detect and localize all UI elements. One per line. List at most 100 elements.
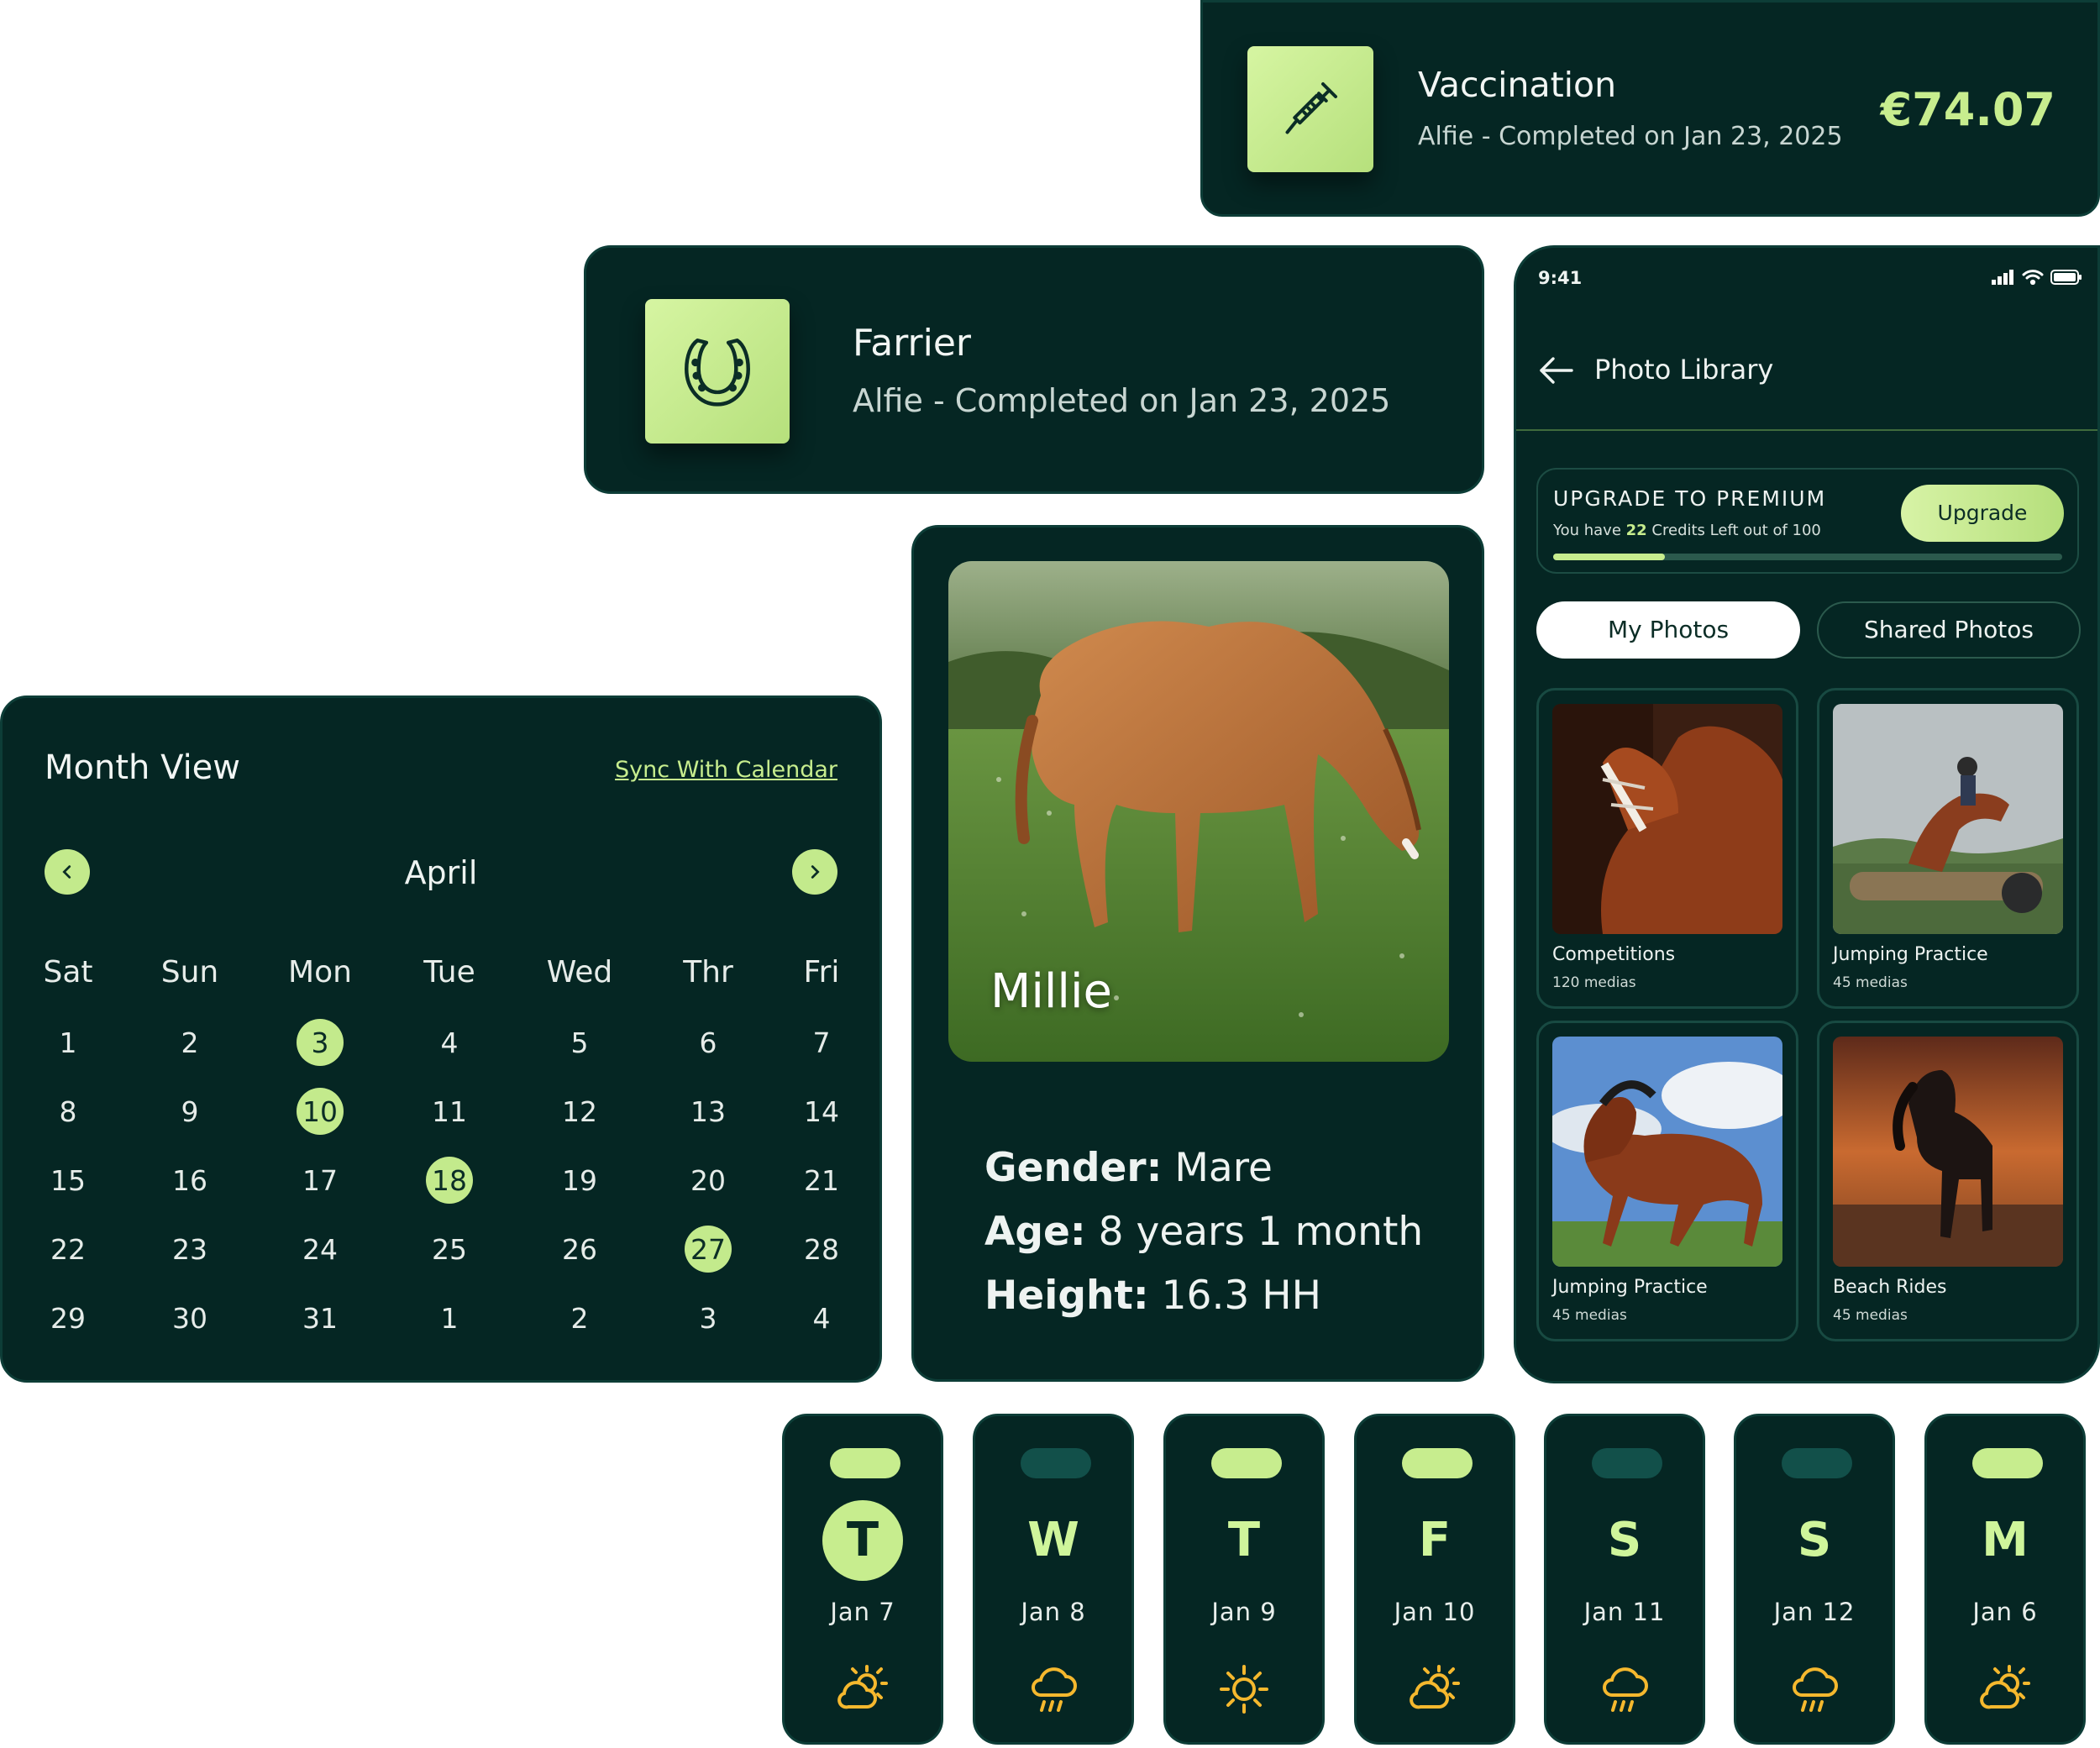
calendar-day[interactable]: 11 (426, 1088, 473, 1135)
weekday-header: Thr (683, 955, 733, 989)
album-name: Jumping Practice (1833, 944, 1988, 965)
weather-day-card[interactable]: S Jan 11 (1544, 1414, 1705, 1745)
credits-count: 22 (1625, 522, 1647, 539)
album-count: 45 medias (1552, 1307, 1627, 1324)
calendar-day[interactable]: 5 (556, 1019, 603, 1066)
sync-calendar-link[interactable]: Sync With Calendar (615, 757, 837, 783)
day-letter: W (1027, 1513, 1079, 1567)
farrier-card[interactable]: Farrier Alfie - Completed on Jan 23, 202… (584, 245, 1484, 494)
height-value: 16.3 HH (1161, 1273, 1321, 1319)
calendar-day[interactable]: 15 (45, 1157, 92, 1204)
album-photo (1552, 1037, 1782, 1267)
next-month-button[interactable] (792, 849, 837, 895)
day-date: Jan 12 (1773, 1598, 1856, 1626)
calendar-day[interactable]: 31 (297, 1294, 344, 1341)
calendar-day[interactable]: 8 (45, 1088, 92, 1135)
calendar-day[interactable]: 6 (685, 1019, 732, 1066)
age-value: 8 years 1 month (1098, 1209, 1424, 1255)
calendar-day[interactable]: 7 (798, 1019, 845, 1066)
calendar-day[interactable]: 10 (297, 1088, 344, 1135)
album-card[interactable]: Competitions 120 medias (1536, 688, 1798, 1009)
vaccination-subtitle: Alfie - Completed on Jan 23, 2025 (1418, 122, 1843, 151)
photo-library-screen: 9:41 Photo Library UPGRADE TO PREMIUM Yo… (1514, 245, 2100, 1383)
calendar-day[interactable]: 13 (685, 1088, 732, 1135)
header-divider (1516, 429, 2097, 431)
calendar-day[interactable]: 26 (556, 1226, 603, 1273)
calendar-day[interactable]: 2 (166, 1019, 213, 1066)
album-name: Jumping Practice (1552, 1277, 1708, 1298)
weather-day-card[interactable]: F Jan 10 (1354, 1414, 1515, 1745)
calendar-day[interactable]: 18 (426, 1157, 473, 1204)
vaccination-price: €74.07 (1880, 83, 2055, 136)
horse-age: Age: 8 years 1 month (984, 1200, 1423, 1264)
day-date: Jan 10 (1394, 1598, 1476, 1626)
calendar-day[interactable]: 21 (798, 1157, 845, 1204)
horseshoe-icon (645, 299, 790, 444)
album-card[interactable]: Beach Rides 45 medias (1817, 1021, 2079, 1341)
partly-sunny-icon (1977, 1661, 2033, 1717)
calendar-day[interactable]: 1 (426, 1294, 473, 1341)
calendar-day[interactable]: 3 (297, 1019, 344, 1066)
credits-text-after: Credits Left out of 100 (1646, 522, 1821, 539)
horse-name: Millie (990, 964, 1113, 1019)
weather-day-card[interactable]: M Jan 6 (1924, 1414, 2086, 1745)
tab-my-photos[interactable]: My Photos (1536, 601, 1800, 659)
day-indicator-pill (1782, 1448, 1852, 1478)
album-photo (1833, 704, 2063, 934)
album-name: Beach Rides (1833, 1277, 1947, 1298)
calendar-day[interactable]: 28 (798, 1226, 845, 1273)
month-label: April (404, 854, 478, 891)
partly-sunny-icon (1407, 1661, 1462, 1717)
day-letter: S (1797, 1513, 1832, 1567)
arrow-left-icon[interactable] (1538, 355, 1573, 386)
calendar-day[interactable]: 9 (166, 1088, 213, 1135)
album-count: 120 medias (1552, 974, 1636, 991)
vaccination-card[interactable]: Vaccination Alfie - Completed on Jan 23,… (1200, 0, 2100, 217)
calendar-day[interactable]: 19 (556, 1157, 603, 1204)
calendar-day[interactable]: 24 (297, 1226, 344, 1273)
calendar-day[interactable]: 23 (166, 1226, 213, 1273)
album-card[interactable]: Jumping Practice 45 medias (1817, 688, 2079, 1009)
calendar-day[interactable]: 3 (685, 1294, 732, 1341)
sun-icon (1216, 1661, 1272, 1717)
weather-day-card[interactable]: T Jan 7 (782, 1414, 943, 1745)
calendar-day[interactable]: 1 (45, 1019, 92, 1066)
weather-day-card[interactable]: S Jan 12 (1734, 1414, 1895, 1745)
album-count: 45 medias (1833, 1307, 1908, 1324)
weather-day-card[interactable]: W Jan 8 (973, 1414, 1134, 1745)
calendar-day[interactable]: 29 (45, 1294, 92, 1341)
calendar-day[interactable]: 30 (166, 1294, 213, 1341)
signal-icon (1992, 270, 2013, 285)
premium-credits-text: You have 22 Credits Left out of 100 (1553, 522, 1821, 539)
day-date: Jan 11 (1583, 1598, 1666, 1626)
calendar-day[interactable]: 20 (685, 1157, 732, 1204)
weekday-header: Fri (803, 955, 840, 989)
battery-icon (2050, 270, 2082, 285)
upgrade-button[interactable]: Upgrade (1901, 485, 2064, 542)
calendar-day[interactable]: 16 (166, 1157, 213, 1204)
tab-shared-photos[interactable]: Shared Photos (1817, 601, 2081, 659)
calendar-day[interactable]: 27 (685, 1226, 732, 1273)
calendar-day[interactable]: 12 (556, 1088, 603, 1135)
day-letter: T (1227, 1513, 1261, 1567)
calendar-day[interactable]: 4 (798, 1294, 845, 1341)
weekday-header: Sat (43, 955, 93, 989)
calendar-day[interactable]: 14 (798, 1088, 845, 1135)
screen-title: Photo Library (1594, 354, 1774, 386)
weather-day-card[interactable]: T Jan 9 (1163, 1414, 1325, 1745)
day-indicator-pill (1402, 1448, 1473, 1478)
credits-progress (1553, 554, 2062, 560)
day-indicator-pill (830, 1448, 900, 1478)
calendar-day[interactable]: 25 (426, 1226, 473, 1273)
credits-progress-fill (1553, 554, 1666, 560)
calendar-day[interactable]: 4 (426, 1019, 473, 1066)
calendar-day[interactable]: 22 (45, 1226, 92, 1273)
premium-banner: UPGRADE TO PREMIUM You have 22 Credits L… (1536, 468, 2079, 574)
day-date: Jan 8 (1021, 1598, 1086, 1626)
partly-sunny-icon (835, 1661, 890, 1717)
album-card[interactable]: Jumping Practice 45 medias (1536, 1021, 1798, 1341)
calendar-day[interactable]: 2 (556, 1294, 603, 1341)
calendar-day[interactable]: 17 (297, 1157, 344, 1204)
height-label: Height: (984, 1273, 1149, 1319)
farrier-subtitle: Alfie - Completed on Jan 23, 2025 (853, 382, 1391, 419)
